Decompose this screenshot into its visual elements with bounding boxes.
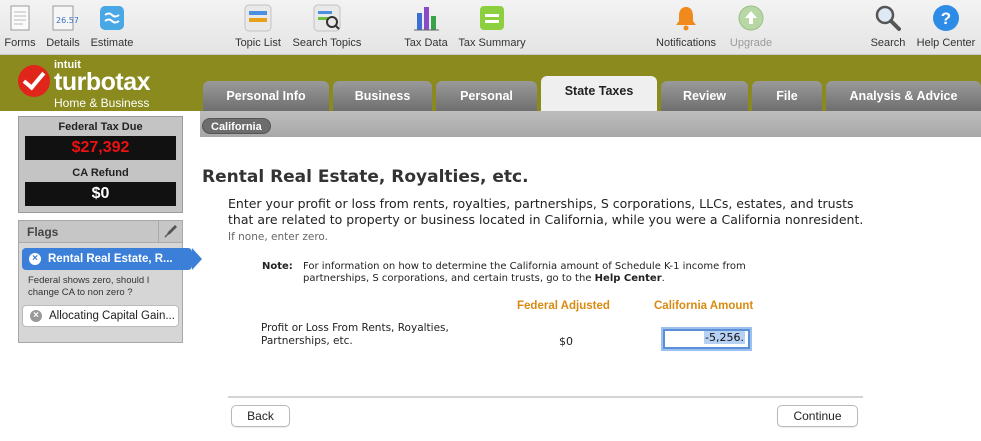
toolbar-tax-data-label: Tax Data <box>404 37 448 49</box>
tax-data-icon <box>411 3 441 33</box>
details-icon: 26.57 <box>48 3 79 33</box>
toolbar-forms[interactable]: Forms <box>3 3 37 49</box>
toolbar-details-label: Details <box>46 37 80 49</box>
note-body: For information on how to determine the … <box>303 261 746 284</box>
pencil-icon <box>164 225 177 238</box>
state-chip-california[interactable]: California <box>202 118 271 134</box>
tab-state-taxes[interactable]: State Taxes <box>541 76 657 112</box>
flags-header: Flags <box>19 221 182 243</box>
toolbar-tax-summary-label: Tax Summary <box>458 37 526 49</box>
california-amount-input[interactable]: -5,256. <box>663 329 750 349</box>
turbotax-logo: intuit turbotax Home & Business <box>18 59 178 110</box>
edit-flags-button[interactable] <box>158 221 182 242</box>
tab-analysis-advice-label: Analysis & Advice <box>849 89 958 103</box>
logo-product: turbotax <box>54 68 151 96</box>
tab-state-taxes-label: State Taxes <box>564 84 634 98</box>
magnifier-icon <box>873 3 903 33</box>
tab-file-label: File <box>776 89 798 103</box>
toolbar-estimate[interactable]: Estimate <box>89 3 135 49</box>
toolbar-upgrade[interactable]: Upgrade <box>727 3 775 49</box>
toolbar-notifications[interactable]: Notifications <box>652 3 720 49</box>
toolbar-tax-data[interactable]: Tax Data <box>402 3 450 49</box>
toolbar-tax-summary[interactable]: Tax Summary <box>456 3 528 49</box>
toolbar-help-center[interactable]: ? Help Center <box>914 3 978 49</box>
flag-item-label: Rental Real Estate, R... <box>48 253 173 265</box>
column-header-federal: Federal Adjusted <box>517 300 610 312</box>
tab-file[interactable]: File <box>752 81 822 111</box>
toolbar-search-topics[interactable]: Search Topics <box>290 3 364 49</box>
estimate-icon <box>97 3 127 33</box>
federal-tax-due-value: $27,392 <box>25 136 176 160</box>
tax-summary-box: Federal Tax Due $27,392 CA Refund $0 <box>18 116 183 213</box>
toolbar-notifications-label: Notifications <box>656 37 716 49</box>
tab-personal-info[interactable]: Personal Info <box>203 81 329 111</box>
column-header-california: California Amount <box>654 300 754 312</box>
note-label: Note: <box>262 261 293 272</box>
toolbar-estimate-label: Estimate <box>90 37 134 49</box>
tab-analysis-advice[interactable]: Analysis & Advice <box>826 81 981 111</box>
california-amount-value: -5,256. <box>704 331 745 344</box>
close-icon[interactable]: × <box>29 253 41 265</box>
row-label-rents-royalties: Profit or Loss From Rents, Royalties, Pa… <box>261 322 449 347</box>
bell-icon <box>671 3 701 33</box>
federal-adjusted-value: $0 <box>559 335 573 348</box>
toolbar-details[interactable]: 26.57 Details <box>44 3 82 49</box>
state-refund-label: CA Refund <box>72 167 129 179</box>
tab-personal[interactable]: Personal <box>436 81 537 111</box>
tab-review[interactable]: Review <box>661 81 748 111</box>
toolbar-search-label: Search <box>870 37 906 49</box>
tax-summary-icon <box>477 3 507 33</box>
tab-personal-label: Personal <box>460 89 513 103</box>
divider <box>228 396 863 398</box>
federal-tax-due-label: Federal Tax Due <box>58 121 143 133</box>
back-button[interactable]: Back <box>231 405 290 427</box>
flags-panel: Flags × Rental Real Estate, R... Federal… <box>18 220 202 343</box>
continue-button[interactable]: Continue <box>777 405 858 427</box>
toolbar-forms-label: Forms <box>4 37 36 49</box>
toolbar-topic-list-label: Topic List <box>235 37 281 49</box>
intro-text: Enter your profit or loss from rents, ro… <box>228 196 868 245</box>
state-refund-value: $0 <box>25 182 176 206</box>
help-icon: ? <box>931 3 961 33</box>
page-title: Rental Real Estate, Royalties, etc. <box>202 167 529 187</box>
toolbar-topic-list[interactable]: Topic List <box>232 3 284 49</box>
intro-body: Enter your profit or loss from rents, ro… <box>228 196 864 227</box>
search-topics-icon <box>312 3 342 33</box>
toolbar-upgrade-label: Upgrade <box>729 37 773 49</box>
checkmark-logo-icon <box>18 65 50 97</box>
intro-hint: If none, enter zero. <box>228 231 328 243</box>
tab-review-label: Review <box>682 89 727 103</box>
svg-text:?: ? <box>941 9 951 28</box>
logo-edition: Home & Business <box>54 96 150 110</box>
help-center-link[interactable]: Help Center <box>595 273 662 284</box>
flags-title: Flags <box>27 225 59 239</box>
flag-item-rental-real-estate[interactable]: × Rental Real Estate, R... <box>22 248 202 270</box>
flag-item-label: Allocating Capital Gain... <box>49 310 175 322</box>
note-end: . <box>661 273 665 284</box>
tab-business-label: Business <box>354 89 411 103</box>
tab-business[interactable]: Business <box>333 81 432 111</box>
toolbar: Forms 26.57 Details Estimate Topic List … <box>0 0 981 55</box>
upgrade-icon <box>736 3 766 33</box>
left-panel: Federal Tax Due $27,392 CA Refund $0 Fla… <box>0 111 202 441</box>
tab-personal-info-label: Personal Info <box>226 89 306 103</box>
note-text: For information on how to determine the … <box>303 261 773 285</box>
brand-bar: intuit turbotax Home & Business Personal… <box>0 55 981 112</box>
flag-note: Federal shows zero, should I change CA t… <box>28 275 150 298</box>
forms-icon <box>5 3 35 33</box>
flag-item-allocating-capital-gain[interactable]: × Allocating Capital Gain... <box>22 305 179 327</box>
toolbar-search-topics-label: Search Topics <box>292 37 362 49</box>
close-icon[interactable]: × <box>30 310 42 322</box>
toolbar-search[interactable]: Search <box>868 3 908 49</box>
toolbar-help-center-label: Help Center <box>916 37 976 49</box>
topic-list-icon <box>243 3 273 33</box>
svg-text:26.57: 26.57 <box>56 16 78 25</box>
